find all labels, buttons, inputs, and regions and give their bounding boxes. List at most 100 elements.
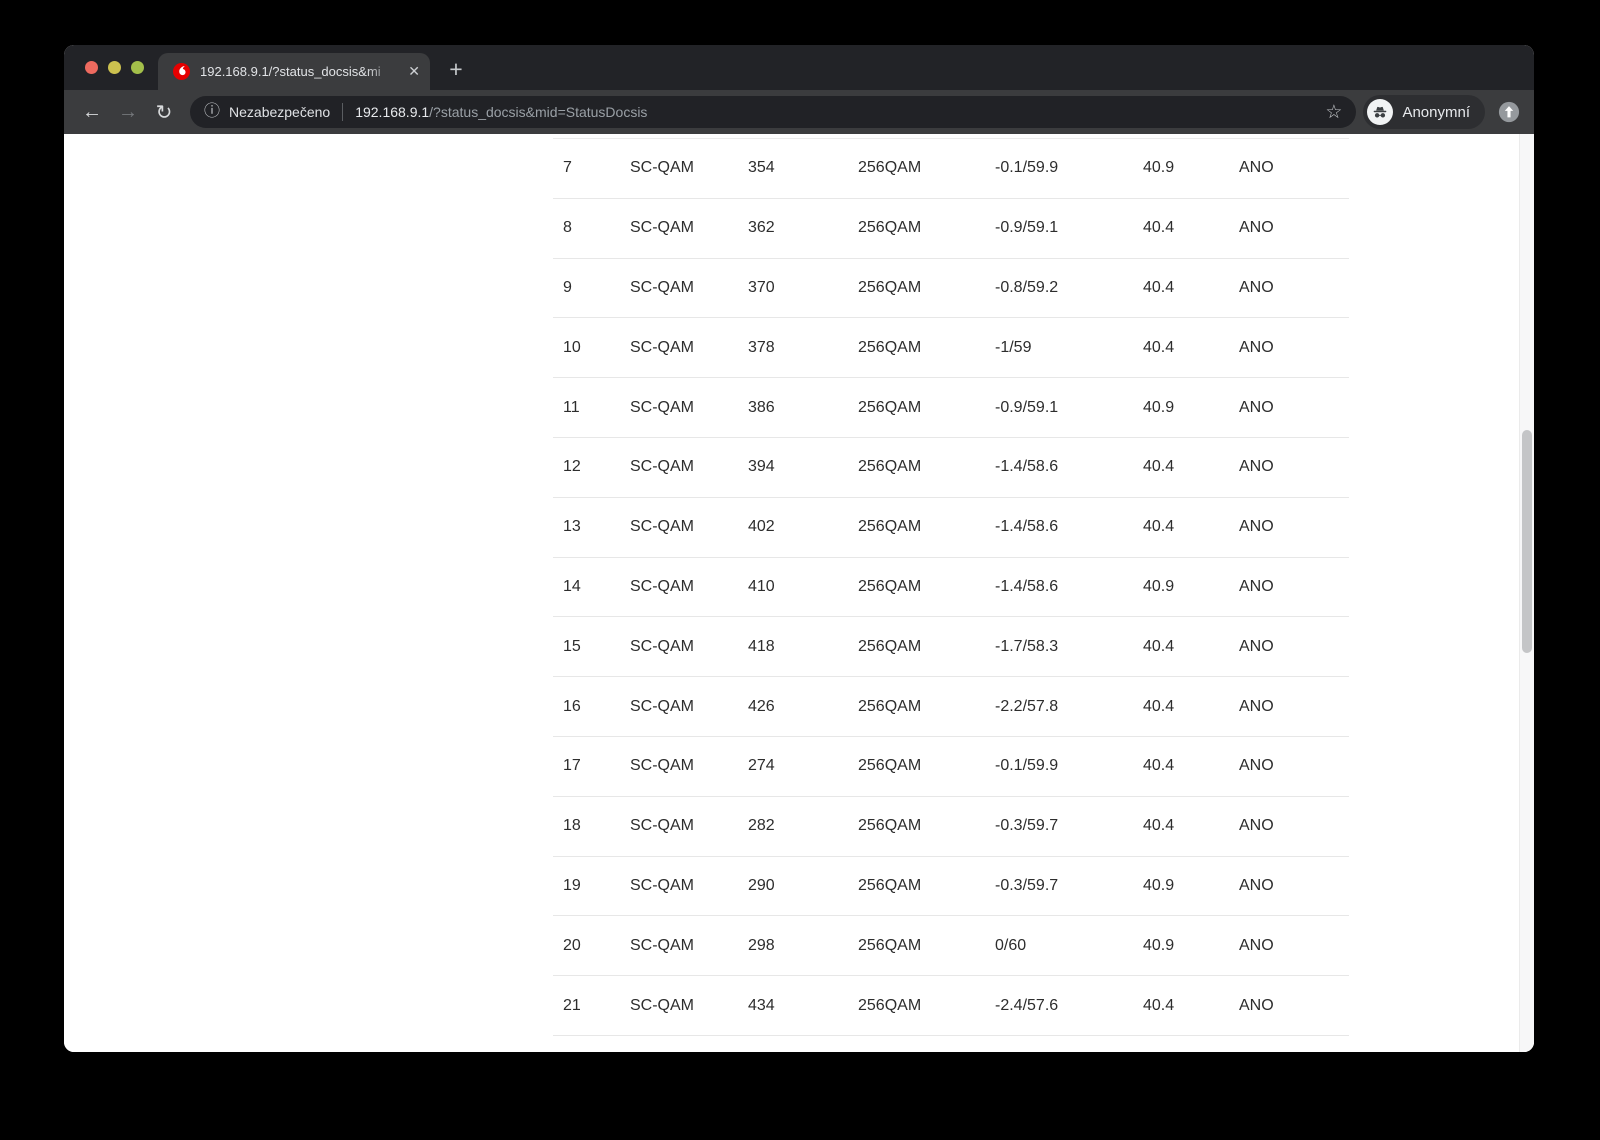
table-cell: 40.4 — [1143, 697, 1175, 715]
table-cell: SC-QAM — [630, 936, 694, 954]
scrollbar-thumb[interactable] — [1522, 430, 1532, 653]
site-info-icon[interactable]: ⓘ — [204, 104, 220, 120]
table-cell: 274 — [748, 757, 775, 775]
browser-update-button[interactable] — [1498, 101, 1520, 123]
table-cell: 18 — [563, 817, 581, 835]
table-cell: 402 — [748, 518, 775, 536]
table-row: 18 SC-QAM 282 256QAM -0.3/59.7 40.4 ANO — [553, 797, 1349, 857]
table-cell: 8 — [563, 219, 572, 237]
browser-tab[interactable]: 192.168.9.1/?status_docsis&mi ✕ — [158, 53, 430, 90]
bookmark-star-icon[interactable]: ☆ — [1325, 103, 1342, 122]
table-cell: ANO — [1239, 338, 1274, 356]
table-cell: 256QAM — [858, 697, 922, 715]
address-bar[interactable]: ⓘ Nezabezpečeno 192.168.9.1/?status_docs… — [190, 96, 1357, 128]
table-cell: ANO — [1239, 996, 1274, 1014]
table-cell: 386 — [748, 398, 775, 416]
table-row: 17 SC-QAM 274 256QAM -0.1/59.9 40.4 ANO — [553, 737, 1349, 797]
table-cell: -0.1/59.9 — [995, 159, 1059, 177]
table-cell: 290 — [748, 876, 775, 894]
incognito-profile-badge[interactable]: Anonymní — [1363, 95, 1485, 129]
table-cell: 426 — [748, 697, 775, 715]
reload-icon[interactable]: ↻ — [150, 98, 178, 126]
table-cell: 40.9 — [1143, 577, 1175, 595]
table-cell: 9 — [563, 278, 572, 296]
table-cell: ANO — [1239, 458, 1274, 476]
table-cell: -1.4/58.6 — [995, 577, 1059, 595]
table-cell: -1.4/58.6 — [995, 518, 1059, 536]
table-cell: 256QAM — [858, 338, 922, 356]
table-row: 20 SC-QAM 298 256QAM 0/60 40.9 ANO — [553, 916, 1349, 977]
table-cell: 256QAM — [858, 577, 922, 595]
table-cell: -0.8/59.2 — [995, 278, 1059, 296]
table-cell: SC-QAM — [630, 996, 694, 1014]
vodafone-favicon-icon — [173, 63, 190, 80]
table-cell: -0.9/59.1 — [995, 219, 1059, 237]
table-cell: 40.4 — [1143, 338, 1175, 356]
table-row: 7 SC-QAM 354 256QAM -0.1/59.9 40.9 ANO — [553, 139, 1349, 199]
tab-title: 192.168.9.1/?status_docsis&mi — [200, 64, 381, 79]
table-cell: ANO — [1239, 577, 1274, 595]
incognito-icon — [1367, 99, 1394, 125]
table-cell: SC-QAM — [630, 398, 694, 416]
table-cell: 40.4 — [1143, 458, 1175, 476]
new-tab-button[interactable]: + — [441, 54, 471, 84]
minimize-window-button[interactable] — [108, 61, 121, 74]
table-cell: ANO — [1239, 278, 1274, 296]
table-cell: -0.1/59.9 — [995, 757, 1059, 775]
table-cell: ANO — [1239, 697, 1274, 715]
table-cell: SC-QAM — [630, 697, 694, 715]
table-cell: -0.3/59.7 — [995, 817, 1059, 835]
table-cell: 256QAM — [858, 936, 922, 954]
table-cell: ANO — [1239, 518, 1274, 536]
close-window-button[interactable] — [85, 61, 98, 74]
table-cell: 21 — [563, 996, 581, 1014]
table-cell: SC-QAM — [630, 876, 694, 894]
table-cell: 256QAM — [858, 518, 922, 536]
table-cell: 378 — [748, 338, 775, 356]
table-cell: 354 — [748, 159, 775, 177]
table-cell: 256QAM — [858, 876, 922, 894]
table-cell: 40.9 — [1143, 876, 1175, 894]
table-cell: 40.4 — [1143, 278, 1175, 296]
table-cell: -1.4/58.6 — [995, 458, 1059, 476]
table-cell: -2.2/57.8 — [995, 697, 1059, 715]
table-cell: SC-QAM — [630, 159, 694, 177]
table-cell: ANO — [1239, 219, 1274, 237]
table-cell: SC-QAM — [630, 278, 694, 296]
table-cell: 256QAM — [858, 757, 922, 775]
table-cell: 40.4 — [1143, 996, 1175, 1014]
table-row: 12 SC-QAM 394 256QAM -1.4/58.6 40.4 ANO — [553, 438, 1349, 498]
table-cell: -0.9/59.1 — [995, 398, 1059, 416]
table-cell: 10 — [563, 338, 581, 356]
table-cell: 11 — [563, 398, 580, 416]
table-cell: 40.4 — [1143, 637, 1175, 655]
table-cell: 40.9 — [1143, 159, 1175, 177]
table-cell: 15 — [563, 637, 581, 655]
table-cell: -0.3/59.7 — [995, 876, 1059, 894]
table-row: 16 SC-QAM 426 256QAM -2.2/57.8 40.4 ANO — [553, 677, 1349, 737]
table-cell: 256QAM — [858, 996, 922, 1014]
table-cell: 14 — [563, 577, 581, 595]
docsis-table: 7 SC-QAM 354 256QAM -0.1/59.9 40.9 ANO 8 SC-QAM 3… — [553, 138, 1349, 1036]
table-cell: ANO — [1239, 817, 1274, 835]
url-text[interactable]: 192.168.9.1/?status_docsis&mid=StatusDoc… — [355, 104, 647, 120]
tab-strip: 192.168.9.1/?status_docsis&mi ✕ + — [64, 45, 1534, 90]
table-cell: 40.4 — [1143, 757, 1175, 775]
table-cell: 17 — [563, 757, 581, 775]
table-cell: ANO — [1239, 876, 1274, 894]
table-cell: 256QAM — [858, 817, 922, 835]
scrollbar-track[interactable] — [1519, 134, 1534, 1052]
zoom-window-button[interactable] — [131, 61, 144, 74]
table-cell: SC-QAM — [630, 757, 694, 775]
table-cell: ANO — [1239, 637, 1274, 655]
url-host: 192.168.9.1 — [355, 104, 430, 120]
table-row: 19 SC-QAM 290 256QAM -0.3/59.7 40.9 ANO — [553, 857, 1349, 917]
table-cell: 40.9 — [1143, 398, 1175, 416]
tab-close-icon[interactable]: ✕ — [408, 63, 420, 80]
table-cell: SC-QAM — [630, 817, 694, 835]
forward-icon: → — [118, 100, 138, 123]
table-row: 11 SC-QAM 386 256QAM -0.9/59.1 40.9 ANO — [553, 378, 1349, 438]
back-icon[interactable]: ← — [78, 98, 106, 126]
table-cell: SC-QAM — [630, 338, 694, 356]
table-cell: 7 — [563, 159, 572, 177]
